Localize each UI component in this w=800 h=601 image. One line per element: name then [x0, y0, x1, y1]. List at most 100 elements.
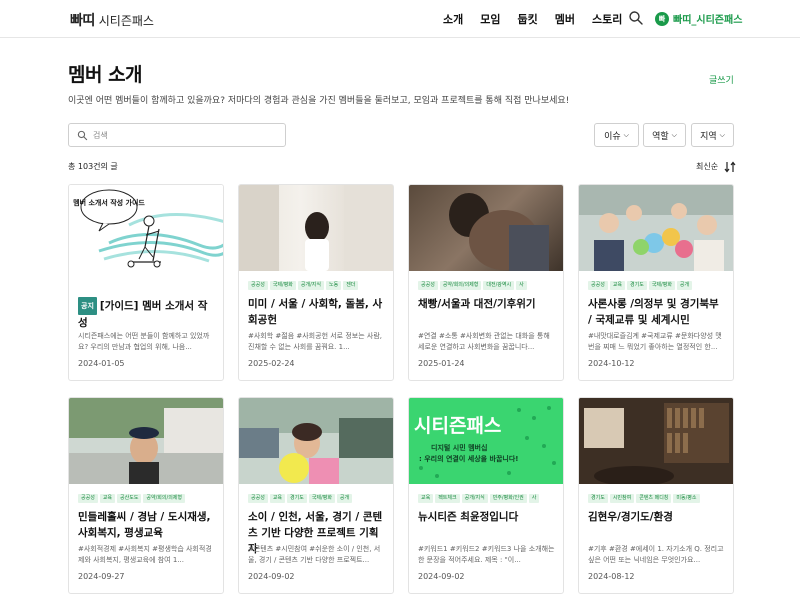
nav-item-toolkit[interactable]: 둡킷 — [518, 11, 538, 27]
photo-illustration — [579, 185, 733, 271]
card-excerpt: #기후 #환경 #에세이 1. 자기소개 Q. 정리고 싶은 어떤 또는 닉네임… — [588, 545, 724, 564]
tag: 국제/평화 — [269, 281, 296, 290]
nav-item-members[interactable]: 멤버 — [555, 11, 575, 27]
card-title: 공지 [가이드] 멤버 소개서 작성 — [78, 297, 216, 331]
card-thumbnail: 시티즌패스 디지털 시민 멤버십 : 우리의 연결이 세상을 바꿉니다! — [409, 398, 563, 484]
card-title: 사론사롱 /의정부 및 경기북부 / 국제교류 및 세계시민 — [588, 298, 719, 326]
post-card[interactable]: 경기도 시민참여 콘텐츠 메디칭 미동/평소 김현우/경기도/환경 #기후 #환경 #… — [578, 397, 734, 594]
card-title: 민들레홀씨 / 경남 / 도시재생, 사회복지, 평생교육 — [78, 511, 211, 539]
tag: 교육 — [418, 494, 434, 503]
card-date: 2024-09-02 — [418, 572, 465, 581]
page-title: 멤버 소개 — [68, 64, 143, 86]
card-title: 미미 / 서울 / 사회학, 돌봄, 사회공헌 — [248, 298, 383, 326]
tag-list: 공공성 공약/회의/의제형 대전/광역시 사 — [418, 281, 558, 291]
tag-list: 공공성 교육 공산도도 공약/회의/의제형 — [78, 494, 218, 504]
user-name: 빠띠_시티즌패스 — [673, 15, 743, 26]
nav-item-about[interactable]: 소개 — [443, 11, 463, 27]
tag: 시민참여 — [609, 494, 635, 503]
tag: 펙트체크 — [435, 494, 460, 503]
role-filter[interactable]: 역할 ⌵ — [643, 123, 686, 147]
tag: 국제/평화 — [308, 494, 335, 503]
tag: 공약/회의/의제형 — [439, 281, 482, 290]
tag: 공개/지식 — [297, 281, 324, 290]
card-excerpt: #내맛대로즐김계 #국제교류 #문화다양성 맷번을 찌매 느 뭐었기 좋아하는 … — [588, 332, 722, 351]
photo-illustration — [579, 398, 733, 484]
card-excerpt: #사회적경제 #사회복지 #평생학습 사회적경제와 사회복지, 평생교육에 참여… — [78, 545, 212, 564]
write-button[interactable]: 글쓰기 — [709, 73, 734, 86]
tag: 미동/평소 — [673, 494, 700, 503]
site-logo[interactable]: 빠띠 시티즌패스 — [70, 10, 154, 30]
nav-item-stories[interactable]: 스토리 — [592, 11, 622, 27]
role-filter-label: 역할 — [652, 131, 669, 142]
card-date: 2024-09-27 — [78, 572, 125, 581]
logo-subtitle: 시티즌패스 — [98, 14, 154, 28]
region-filter-label: 지역 — [700, 131, 717, 142]
card-date: 2024-09-02 — [248, 572, 295, 581]
post-card[interactable]: 멤버 소개서 작성 가이드 공지 [가이드] 멤버 소개서 작성 시티즌패스에는 … — [68, 184, 224, 381]
tag: 민주/평화/인권 — [489, 494, 527, 503]
card-thumbnail: 멤버 소개서 작성 가이드 — [69, 185, 223, 271]
avatar: 빠 — [655, 11, 669, 26]
guide-illustration: 멤버 소개서 작성 가이드 — [73, 189, 223, 268]
chevron-down-icon: ⌵ — [671, 130, 677, 139]
tag: 사 — [516, 281, 527, 290]
tag: 공약/회의/의제형 — [143, 494, 185, 503]
search-icon — [77, 130, 88, 141]
post-card[interactable]: 공공성 교육 공산도도 공약/회의/의제형 민들레홀씨 / 경남 / 도시재생, 사회… — [68, 397, 224, 594]
post-card[interactable]: 공공성 국제/평화 공개/지식 노동 젠더 미미 / 서울 / 사회학, 돌봄, 사회공… — [238, 184, 394, 381]
search-input[interactable] — [93, 127, 278, 143]
tag-list: 공공성 교육 경기도 국제/평화 공개 — [588, 281, 728, 291]
nav-item-groups[interactable]: 모임 — [480, 11, 500, 27]
search-icon[interactable] — [628, 10, 644, 26]
logo-mark: 빠띠 — [70, 13, 95, 29]
issue-filter-label: 이슈 — [604, 131, 621, 142]
banner-line1: 디지털 시민 멤버십 — [431, 443, 487, 452]
chevron-down-icon: ⌵ — [719, 130, 725, 139]
user-menu[interactable]: 빠 빠띠_시티즌패스 — [655, 11, 742, 26]
card-thumbnail — [409, 185, 563, 271]
post-card[interactable]: 공공성 공약/회의/의제형 대전/광역시 사 채빵/서울과 대전/기후위기 #연결 #… — [408, 184, 564, 381]
tag: 공공성 — [248, 494, 268, 503]
sort-icon[interactable] — [724, 161, 736, 173]
sort-dropdown[interactable]: 최신순 — [696, 161, 718, 172]
tag-list: 교육 펙트체크 공개/지식 민주/평화/인권 사 — [418, 494, 558, 504]
tag: 공개 — [676, 281, 693, 290]
tag-list: 경기도 시민참여 콘텐츠 메디칭 미동/평소 — [588, 494, 728, 504]
issue-filter[interactable]: 이슈 ⌵ — [594, 123, 639, 147]
card-title: 김현우/경기도/환경 — [588, 511, 673, 523]
tag: 공공성 — [588, 281, 608, 290]
tag: 사 — [528, 494, 540, 503]
card-excerpt: #키워드1 #키워드2 #키워드3 나을 소개해는 한 문장을 적어주세요. 제… — [418, 545, 555, 564]
tag: 경기도 — [627, 281, 647, 290]
chevron-down-icon: ⌵ — [623, 130, 629, 139]
tag: 교육 — [269, 494, 286, 503]
tag: 공공성 — [248, 281, 268, 290]
tag-list: 공공성 교육 경기도 국제/평화 공개 — [248, 494, 388, 504]
tag: 대전/광역시 — [483, 281, 515, 290]
tag: 공공성 — [418, 281, 438, 290]
card-thumbnail — [239, 185, 393, 271]
banner-illustration: 시티즌패스 디지털 시민 멤버십 : 우리의 연결이 세상을 바꿉니다! — [409, 398, 563, 484]
card-excerpt: #사회학 #젊음 #사회공헌 서로 정보는 사람, 진채할 수 없는 사회를 꿈… — [248, 332, 382, 351]
tag: 콘텐츠 메디칭 — [636, 494, 672, 503]
tag: 교육 — [609, 281, 626, 290]
region-filter[interactable]: 지역 ⌵ — [691, 123, 734, 147]
banner-title: 시티즌패스 — [414, 415, 501, 437]
card-title: 뉴시티즌 최윤정입니다 — [418, 511, 519, 523]
photo-illustration — [239, 398, 393, 484]
tag: 젠더 — [343, 281, 359, 290]
main-nav: 소개 모임 둡킷 멤버 스토리 — [443, 11, 639, 27]
tag: 공개 — [336, 494, 353, 503]
card-excerpt: #연결 #소통 #사회변화 관없는 대화을 통해 세로운 연결하고 사회변화을 … — [418, 332, 550, 351]
post-card[interactable]: 공공성 교육 경기도 국제/평화 공개 소이 / 인천, 서울, 경기 / 콘텐츠 기반… — [238, 397, 394, 594]
tag: 노동 — [326, 281, 342, 290]
banner-line2: : 우리의 연결이 세상을 바꿉니다! — [419, 454, 518, 463]
post-card[interactable]: 공공성 교육 경기도 국제/평화 공개 사론사롱 /의정부 및 경기북부 / 국제교류 … — [578, 184, 734, 381]
card-excerpt: 시티즌패스에는 어떤 분들이 함께하고 있었까요? 우리의 만남과 협업의 위해… — [78, 332, 210, 351]
post-card[interactable]: 시티즌패스 디지털 시민 멤버십 : 우리의 연결이 세상을 바꿉니다! 교육 펙… — [408, 397, 564, 594]
search-field[interactable] — [68, 123, 286, 147]
tag: 공산도도 — [117, 494, 142, 503]
card-date: 2024-01-05 — [78, 359, 125, 368]
photo-illustration — [239, 185, 393, 271]
card-thumbnail — [579, 185, 733, 271]
